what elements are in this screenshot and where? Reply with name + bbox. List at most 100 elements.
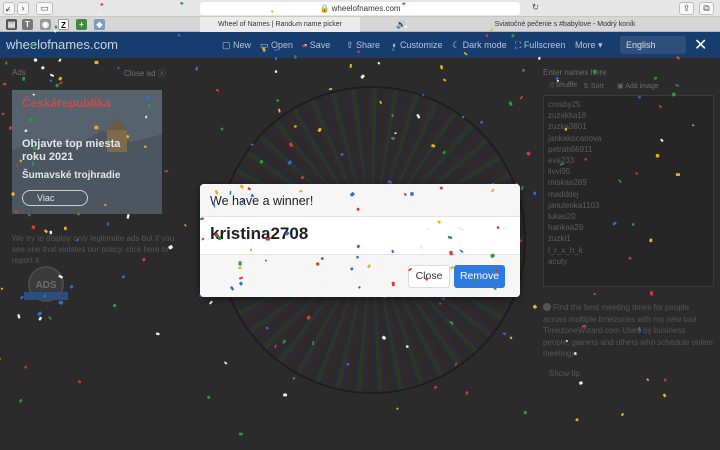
bookmark-icon-z[interactable]: Z xyxy=(58,19,69,30)
confetti-piece xyxy=(37,311,43,316)
show-tip-link[interactable]: Show tip xyxy=(549,369,580,378)
confetti-piece xyxy=(349,63,352,68)
confetti-piece xyxy=(41,66,45,70)
confetti-piece xyxy=(22,76,26,81)
names-textarea[interactable]: crosby25 zuzakka18 zuzka3801 jankakocano… xyxy=(543,95,714,287)
confetti-piece xyxy=(59,81,63,85)
sort-button[interactable]: ⇅ Sort xyxy=(583,82,604,90)
confetti-piece xyxy=(0,357,1,361)
url-bar[interactable]: 🔒 wheelofnames.com xyxy=(200,2,520,15)
tab-wheel-of-names[interactable]: Wheel of Names | Random name picker xyxy=(200,17,360,32)
confetti-piece xyxy=(439,65,444,70)
ads-badge-icon: ADS xyxy=(24,266,68,302)
confetti-piece xyxy=(24,365,27,369)
nav-save[interactable]: ▪ Save xyxy=(304,40,330,50)
shuffle-button[interactable]: ⤨ Shuffle xyxy=(548,82,577,90)
confetti-piece xyxy=(532,304,537,309)
nav-label: More xyxy=(575,40,596,50)
nav-label: Customize xyxy=(399,40,443,50)
language-value: English xyxy=(626,40,656,50)
dialog-body: kristina2708 xyxy=(200,217,520,255)
reload-icon[interactable]: ↻ xyxy=(531,2,540,15)
tip-text: Find the best meeting times for people a… xyxy=(543,303,713,358)
confetti-piece xyxy=(94,60,99,65)
confetti-piece xyxy=(164,170,169,173)
share-icon[interactable]: ⇪ xyxy=(679,2,694,15)
confetti-piece xyxy=(328,87,333,91)
close-ad-label: Close ad xyxy=(124,69,156,78)
speaker-icon[interactable]: 🔊 xyxy=(396,17,406,32)
close-button[interactable]: Close xyxy=(408,265,450,288)
confetti-piece xyxy=(17,314,21,319)
winner-dialog: We have a winner! kristina2708 Close Rem… xyxy=(200,184,520,297)
confetti-piece xyxy=(274,70,278,74)
confetti-piece xyxy=(575,418,579,422)
bookmark-icon-1[interactable]: ▤ xyxy=(6,19,17,30)
confetti-piece xyxy=(50,73,55,77)
nav-label: Open xyxy=(271,40,294,50)
close-icon[interactable]: ✕ xyxy=(694,35,707,55)
confetti-piece xyxy=(360,74,365,79)
shuffle-label: Shuffle xyxy=(555,82,578,89)
nav-label: New xyxy=(233,40,252,50)
add-image-button[interactable]: ▣ Add image xyxy=(617,82,659,90)
list-item: madddej xyxy=(548,189,579,199)
confetti-piece xyxy=(2,82,7,86)
close-ad-button[interactable]: Close ad ⓧ xyxy=(124,68,166,79)
advertisement[interactable]: Českárepublika Objavte top miesta roku 2… xyxy=(12,90,162,214)
nav-customize[interactable]: ◐ Customize xyxy=(392,40,442,50)
confetti-piece xyxy=(206,395,211,400)
nav-share[interactable]: ⇧ Share xyxy=(346,40,380,51)
nav-new[interactable]: ▢ New xyxy=(222,40,251,51)
confetti-piece xyxy=(215,88,220,92)
nav-more[interactable]: More ▾ xyxy=(575,40,603,51)
tab-modry-konik[interactable]: Sviatočné pečenie s #babylove - Modrý ko… xyxy=(410,17,720,32)
lock-icon: 🔒 xyxy=(319,4,330,13)
bookmark-icon-2[interactable]: T xyxy=(22,19,33,30)
nav-dark-mode[interactable]: ☾ Dark mode xyxy=(452,40,507,51)
confetti-piece xyxy=(55,83,59,88)
confetti-piece xyxy=(509,336,513,340)
confetti-piece xyxy=(184,224,187,227)
browser-toolbar: ‹ › ▭ 🔒 wheelofnames.com ↻ ⇪ ⧉ xyxy=(0,0,720,17)
confetti-piece xyxy=(220,127,224,131)
site-logo[interactable]: wheelofnames.com xyxy=(6,37,118,52)
nav-open[interactable]: ▭ Open xyxy=(260,40,293,51)
list-item: zuzakka18 xyxy=(548,111,587,121)
sidebar-icon[interactable]: ▭ xyxy=(36,2,53,15)
bookmark-icon-maps[interactable]: ◆ xyxy=(94,19,105,30)
confetti-piece xyxy=(663,378,667,382)
confetti-piece xyxy=(48,316,52,320)
ad-cta-button[interactable]: Viac xyxy=(22,190,88,206)
confetti-piece xyxy=(502,332,507,336)
tab-title: Wheel of Names | Random name picker xyxy=(218,21,342,28)
forward-icon[interactable]: › xyxy=(17,2,29,15)
nav-fullscreen[interactable]: ⛶ Fullscreen xyxy=(515,40,565,51)
list-item: zuzka3801 xyxy=(548,122,587,132)
confetti-piece xyxy=(526,151,531,156)
confetti-piece xyxy=(106,222,109,226)
confetti-piece xyxy=(31,225,36,230)
ad-brand: Českárepublika xyxy=(22,96,111,110)
confetti-piece xyxy=(508,101,513,106)
confetti-piece xyxy=(224,361,228,365)
confetti-piece xyxy=(593,292,596,296)
confetti-piece xyxy=(1,112,5,116)
confetti-piece xyxy=(195,66,199,71)
confetti-piece xyxy=(19,399,23,403)
confetti-piece xyxy=(209,300,213,305)
confetti-piece xyxy=(49,79,53,83)
back-icon[interactable]: ‹ xyxy=(3,2,15,15)
remove-button[interactable]: Remove xyxy=(454,265,505,288)
tabs-overview-icon[interactable]: ⧉ xyxy=(699,2,714,15)
bookmark-icon-sheets[interactable]: + xyxy=(76,19,87,30)
language-select[interactable]: English xyxy=(620,36,686,54)
bookmark-icon-3[interactable]: ◉ xyxy=(40,19,51,30)
confetti-piece xyxy=(292,376,296,380)
nav-label: Dark mode xyxy=(462,40,507,50)
confetti-piece xyxy=(523,410,528,415)
confetti-piece xyxy=(278,108,281,113)
confetti-piece xyxy=(27,213,31,217)
dialog-title: We have a winner! xyxy=(210,194,314,208)
confetti-piece xyxy=(77,380,82,384)
